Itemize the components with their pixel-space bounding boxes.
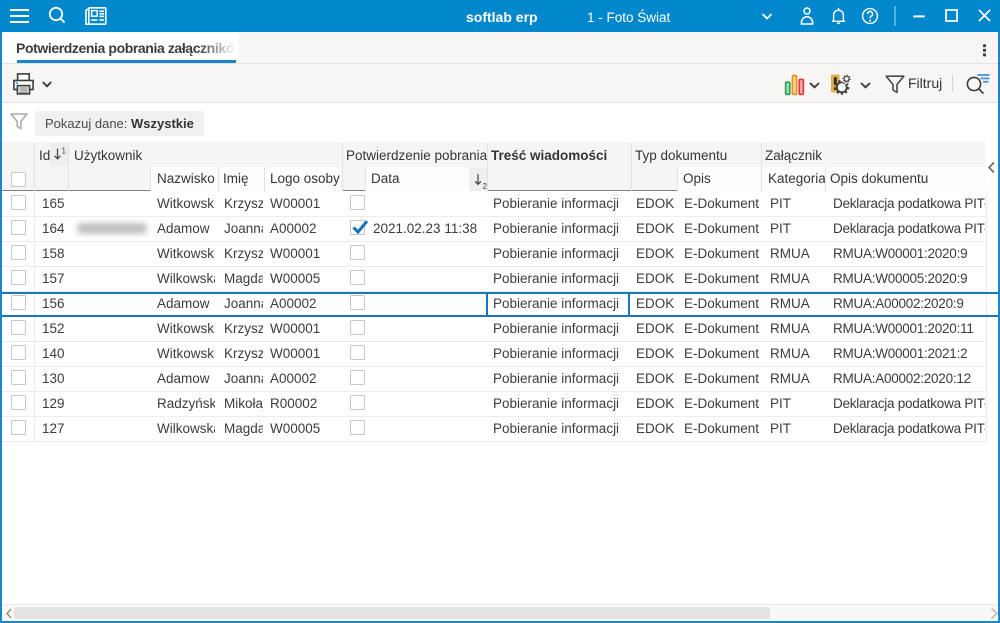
svg-text:1: 1 [62, 147, 67, 156]
